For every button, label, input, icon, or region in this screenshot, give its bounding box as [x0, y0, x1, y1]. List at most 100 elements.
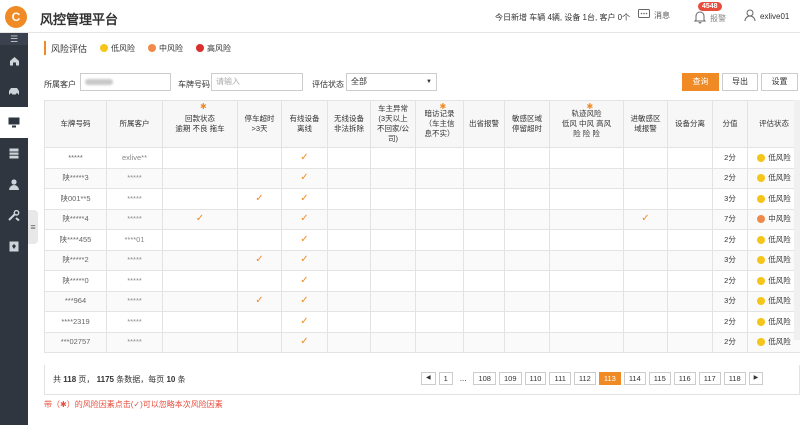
page-button[interactable]: 108	[473, 372, 496, 385]
page-first[interactable]: 1	[438, 372, 453, 385]
customer-cell: *****	[106, 188, 163, 210]
plate-cell: 陕*****3	[44, 167, 107, 189]
table-row[interactable]: ***964 ***** ✓ ✓ 3分 低风险	[44, 290, 800, 312]
check-icon[interactable]: ✓	[255, 193, 263, 204]
check-icon[interactable]: ✓	[300, 152, 308, 163]
risk-dot	[757, 338, 766, 347]
home-icon	[9, 56, 19, 65]
risk-status-cell: 中风险	[747, 208, 800, 230]
table-row[interactable]: 陕*****0 ***** ✓ 2分 低风险	[44, 270, 800, 292]
table-row[interactable]: 陕001**5 ***** ✓ ✓ 3分 低风险	[44, 188, 800, 210]
risk-factor-cell	[623, 147, 668, 169]
settings-button[interactable]: 设置	[761, 73, 798, 91]
page-button[interactable]: 116	[673, 372, 696, 385]
next-page-icon[interactable]: ▶	[748, 372, 764, 385]
query-button[interactable]: 查询	[682, 73, 719, 91]
check-icon[interactable]: ✓	[300, 234, 308, 245]
plate-cell: ****2319	[44, 311, 107, 333]
table-row[interactable]: ****2319 ***** ✓ 2分 低风险	[44, 311, 800, 333]
risk-factor-cell	[415, 270, 464, 292]
check-icon[interactable]: ✓	[300, 213, 308, 224]
risk-status-cell: 低风险	[747, 311, 800, 333]
risk-factor-cell	[327, 188, 371, 210]
column-header: ✱ 暗访记录 （车主信 息不实）	[415, 100, 464, 148]
sidebar-item-data[interactable]	[0, 138, 28, 169]
page-button[interactable]: 111	[549, 372, 571, 385]
plate-cell: 陕*****2	[44, 249, 107, 271]
check-icon[interactable]: ✓	[300, 172, 308, 183]
page-button[interactable]: 110	[524, 372, 547, 385]
table-row[interactable]: ***02757 ***** ✓ 2分 低风险	[44, 331, 800, 353]
sidebar-collapse-handle[interactable]: ≡	[28, 210, 38, 244]
risk-factor-cell	[162, 188, 238, 210]
vertical-scrollbar[interactable]	[794, 100, 800, 340]
risk-status-cell: 低风险	[747, 147, 800, 169]
page-button[interactable]: 115	[648, 372, 671, 385]
risk-factor-cell	[237, 331, 282, 353]
low-risk-dot	[100, 44, 109, 52]
prev-page-icon[interactable]: ◀	[421, 372, 436, 385]
check-icon[interactable]: ✓	[300, 316, 308, 327]
page-button[interactable]: 117	[698, 372, 721, 385]
check-icon[interactable]: ✓	[255, 254, 263, 265]
risk-factor-cell	[415, 290, 464, 312]
risk-factor-cell	[162, 311, 238, 333]
sidebar-item-tools[interactable]	[0, 200, 28, 231]
page-button[interactable]: 112	[573, 372, 596, 385]
menu-toggle-icon[interactable]: ☰	[0, 33, 28, 45]
check-icon[interactable]: ✓	[641, 213, 649, 224]
plate-input[interactable]: 请输入	[211, 73, 303, 91]
risk-factor-cell: ✓	[281, 249, 328, 271]
table-row[interactable]: ***** exlive** ✓ 2分 低风险	[44, 147, 800, 169]
status-select[interactable]: 全部 ▼	[346, 73, 437, 91]
star-icon: ✱	[439, 102, 447, 111]
customer-cell: *****	[106, 167, 163, 189]
page-button[interactable]: 114	[623, 372, 646, 385]
filter-bar: 所属客户 车牌号码 请输入 评估状态 全部 ▼ 查询 导出 设置	[38, 71, 800, 99]
risk-factor-cell	[370, 270, 416, 292]
risk-factor-cell	[463, 249, 505, 271]
check-icon[interactable]: ✓	[255, 295, 263, 306]
page-button[interactable]: 118	[723, 372, 746, 385]
plate-cell: ***02757	[44, 331, 107, 353]
risk-dot	[757, 174, 766, 183]
risk-factor-cell	[623, 229, 668, 251]
export-button[interactable]: 导出	[722, 73, 758, 91]
risk-status-cell: 低风险	[747, 270, 800, 292]
risk-dot	[757, 276, 766, 285]
risk-factor-cell	[415, 229, 464, 251]
table-row[interactable]: 陕*****2 ***** ✓ ✓ 3分 低风险	[44, 249, 800, 271]
risk-factor-cell	[415, 331, 464, 353]
database-icon	[9, 148, 19, 159]
table-row[interactable]: 陕*****3 ***** ✓ 2分 低风险	[44, 167, 800, 189]
sidebar-item-reports[interactable]	[0, 231, 28, 262]
star-icon: ✱	[586, 102, 594, 111]
check-icon[interactable]: ✓	[300, 295, 308, 306]
user-menu[interactable]: exlive01	[744, 9, 789, 23]
customer-input[interactable]	[80, 73, 171, 91]
page-button[interactable]: 109	[498, 372, 522, 385]
check-icon[interactable]: ✓	[300, 336, 308, 347]
sidebar-item-monitor[interactable]	[0, 107, 28, 138]
risk-factor-cell	[667, 290, 713, 312]
risk-status-cell: 低风险	[747, 188, 800, 210]
medium-risk-dot	[148, 44, 157, 52]
page-button[interactable]: 113	[598, 372, 621, 385]
table-row[interactable]: 陕****455 ****01 ✓ 2分 低风险	[44, 229, 800, 251]
messages-button[interactable]: 消息	[638, 9, 670, 22]
sidebar-item-vehicles[interactable]	[0, 76, 28, 107]
check-icon[interactable]: ✓	[300, 254, 308, 265]
risk-factor-cell	[549, 311, 624, 333]
check-icon[interactable]: ✓	[300, 275, 308, 286]
sidebar-item-users[interactable]	[0, 169, 28, 200]
legend-low: 低风险	[100, 43, 135, 54]
risk-factor-cell	[667, 249, 713, 271]
risk-factor-cell: ✓	[162, 208, 238, 230]
table-row[interactable]: 陕*****4 ***** ✓ ✓ ✓ 7分 中风险	[44, 208, 800, 230]
risk-factor-cell	[415, 249, 464, 271]
sidebar-item-home[interactable]	[0, 45, 28, 76]
risk-factor-cell	[237, 270, 282, 292]
check-icon[interactable]: ✓	[300, 193, 308, 204]
check-icon[interactable]: ✓	[196, 213, 204, 224]
pagination-bar: 共 118 页， 1175 条数据，每页 10 条 ◀ 1 ... 108 109…	[44, 365, 800, 395]
